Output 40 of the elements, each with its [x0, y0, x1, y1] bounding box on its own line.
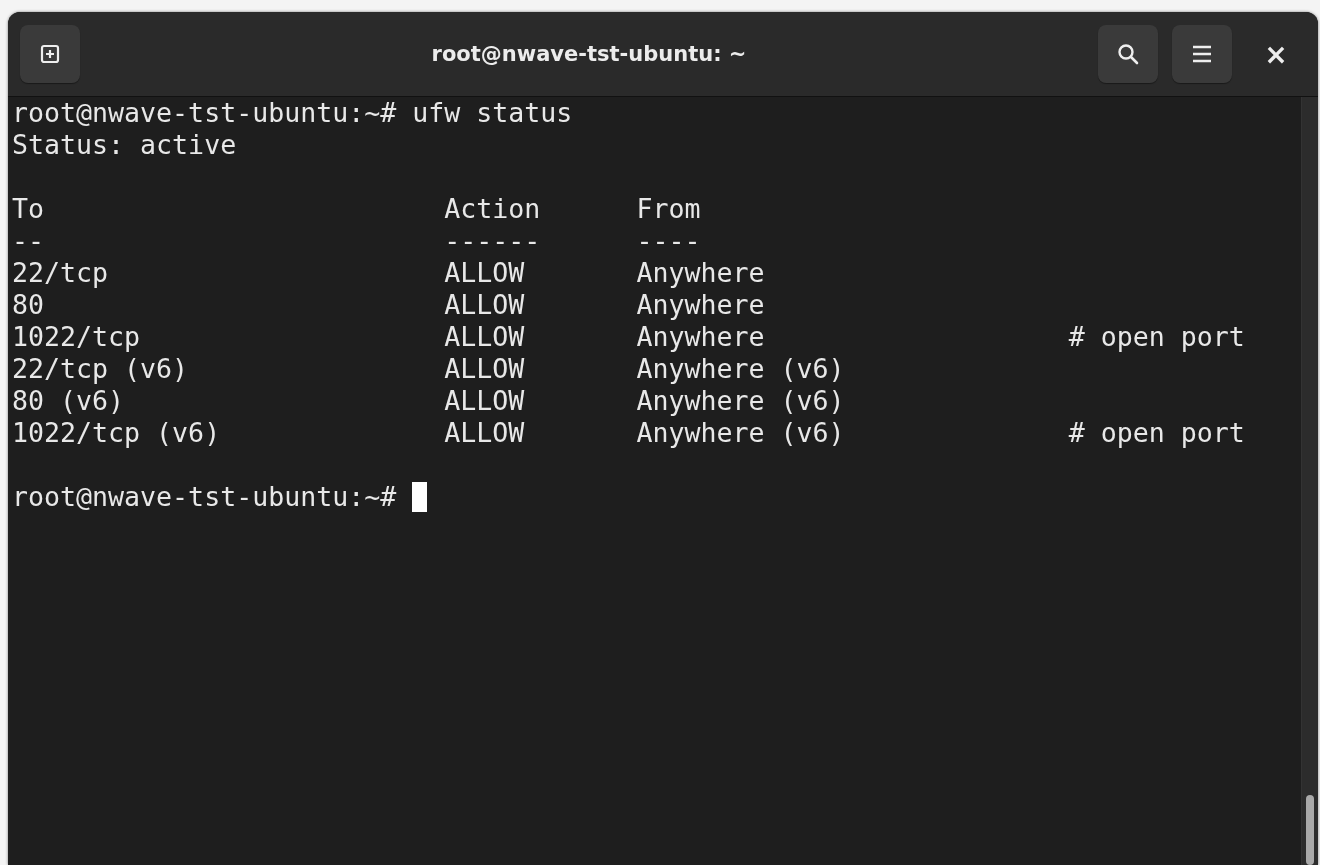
header-separator: ----	[636, 225, 702, 257]
table-cell-text: 80 (v6)	[12, 385, 126, 417]
header-separator: --	[12, 225, 46, 257]
table-cell-text: ALLOW	[444, 321, 526, 353]
column-header: From	[636, 193, 702, 225]
table-cell-text: Anywhere	[636, 289, 766, 321]
table-cell-text: Anywhere	[636, 257, 766, 289]
table-cell-text: 22/tcp (v6)	[12, 353, 190, 385]
new-tab-button[interactable]	[20, 25, 80, 83]
table-cell-text: Anywhere (v6)	[636, 353, 846, 385]
menu-icon	[1192, 45, 1212, 63]
window-title: root@nwave-tst-ubuntu: ~	[430, 42, 748, 66]
table-cell-text: 1022/tcp	[12, 321, 142, 353]
table-cell-text: ALLOW	[444, 257, 526, 289]
scrollbar[interactable]	[1301, 97, 1318, 865]
table-cell-text: ALLOW	[444, 417, 526, 449]
table-cell-text: ALLOW	[444, 289, 526, 321]
table-cell-text: 22/tcp	[12, 257, 110, 289]
status-line: Status: active	[12, 129, 237, 161]
rule-comment: # open port	[1068, 417, 1246, 449]
search-icon	[1117, 43, 1139, 65]
menu-button[interactable]	[1172, 25, 1232, 83]
table-cell-text: ALLOW	[444, 385, 526, 417]
column-header: To	[12, 193, 46, 225]
shell-prompt: root@nwave-tst-ubuntu:~#	[12, 481, 397, 513]
table-cell-text: 80	[12, 289, 46, 321]
column-header: Action	[444, 193, 542, 225]
header-separator: ------	[444, 225, 542, 257]
table-cell-text: ALLOW	[444, 353, 526, 385]
scrollbar-thumb[interactable]	[1306, 795, 1314, 865]
close-button[interactable]: ×	[1246, 25, 1306, 83]
text-cursor	[412, 482, 428, 512]
table-cell-text: 1022/tcp (v6)	[12, 417, 222, 449]
table-cell-text: Anywhere (v6)	[636, 417, 846, 449]
new-tab-icon	[40, 44, 60, 64]
search-button[interactable]	[1098, 25, 1158, 83]
table-cell-text: Anywhere	[636, 321, 766, 353]
rule-comment: # open port	[1068, 321, 1246, 353]
table-cell-text: Anywhere (v6)	[636, 385, 846, 417]
command-line: root@nwave-tst-ubuntu:~# ufw status	[12, 97, 573, 129]
